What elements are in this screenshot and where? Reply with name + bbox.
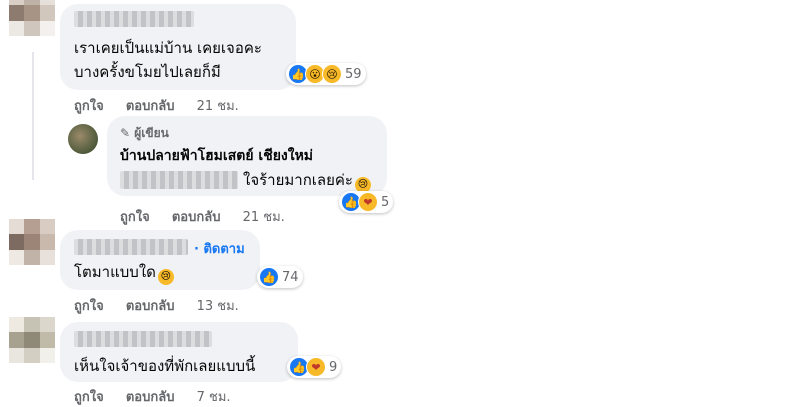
blurred-tagged-name [120,171,238,189]
author-badge-label: ผู้เขียน [134,126,169,140]
comment-bubble: เราเคยเป็นแม่บ้าน เคยเจอคะ บางครั้งขโมยไ… [60,4,296,90]
comment-actions: ถูกใจ ตอบกลับ 21 ชม. [74,95,239,116]
comment-text: โตมาแบบใด 😢 [74,262,174,285]
like-button[interactable]: ถูกใจ [74,299,104,314]
comment-text: เราเคยเป็นแม่บ้าน เคยเจอคะ [74,39,262,57]
timestamp[interactable]: 21 ชม. [243,210,285,225]
author-avatar[interactable] [68,124,98,154]
reply-button[interactable]: ตอบกลับ [172,210,221,225]
reaction-count: 5 [381,194,390,210]
reaction-summary[interactable]: 👍 😮 😢 59 [286,63,366,85]
follow-button[interactable]: · ติดตาม [194,238,245,259]
timestamp[interactable]: 13 ชม. [197,299,239,314]
timestamp[interactable]: 7 ชม. [197,390,231,405]
comment-text: บางครั้งขโมยไปเลยก็มี [74,63,221,81]
avatar[interactable] [9,317,55,363]
pencil-icon: ✎ [120,126,131,140]
reaction-count: 74 [282,269,299,285]
reply-button[interactable]: ตอบกลับ [126,99,175,114]
sad-emoji: 😢 [157,269,174,285]
author-badge: ✎ ผู้เขียน [120,124,169,143]
sad-icon: 😢 [322,64,342,84]
like-button[interactable]: ถูกใจ [120,210,150,225]
comment-text: เห็นใจเจ้าของที่พักเลยแบบนี้ [74,357,256,375]
comment-bubble: ✎ ผู้เขียน บ้านปลายฟ้าโฮมเสตย์ เชียงใหม่… [107,116,387,196]
comment-actions: ถูกใจ ตอบกลับ 13 ชม. [74,295,239,316]
avatar[interactable] [9,0,55,36]
reply-button[interactable]: ตอบกลับ [126,299,175,314]
blurred-commenter-name [74,239,188,255]
comment-bubble: · ติดตาม โตมาแบบใด 😢 [60,230,260,290]
comment-actions: ถูกใจ ตอบกลับ 21 ชม. [120,206,285,227]
care-icon: ❤ [306,357,326,377]
comment-text: ใจร้ายมากเลยค่ะ 😢 [243,170,371,193]
blurred-commenter-name [74,331,212,347]
thread-line [32,52,34,180]
like-button[interactable]: ถูกใจ [74,99,104,114]
reaction-count: 9 [329,359,338,375]
commenter-name[interactable]: บ้านปลายฟ้าโฮมเสตย์ เชียงใหม่ [120,146,313,166]
like-button[interactable]: ถูกใจ [74,390,104,405]
avatar[interactable] [9,219,55,265]
care-icon: ❤ [358,192,378,212]
reply-button[interactable]: ตอบกลับ [126,390,175,405]
comment-actions: ถูกใจ ตอบกลับ 7 ชม. [74,386,231,407]
reaction-summary[interactable]: 👍 ❤ 5 [339,191,394,213]
blurred-commenter-name [74,11,194,27]
reaction-summary[interactable]: 👍 ❤ 9 [287,356,342,378]
timestamp[interactable]: 21 ชม. [197,99,239,114]
like-icon: 👍 [259,267,279,287]
reaction-summary[interactable]: 👍 74 [257,266,303,288]
reaction-count: 59 [345,66,362,82]
comment-bubble: เห็นใจเจ้าของที่พักเลยแบบนี้ [60,322,298,382]
